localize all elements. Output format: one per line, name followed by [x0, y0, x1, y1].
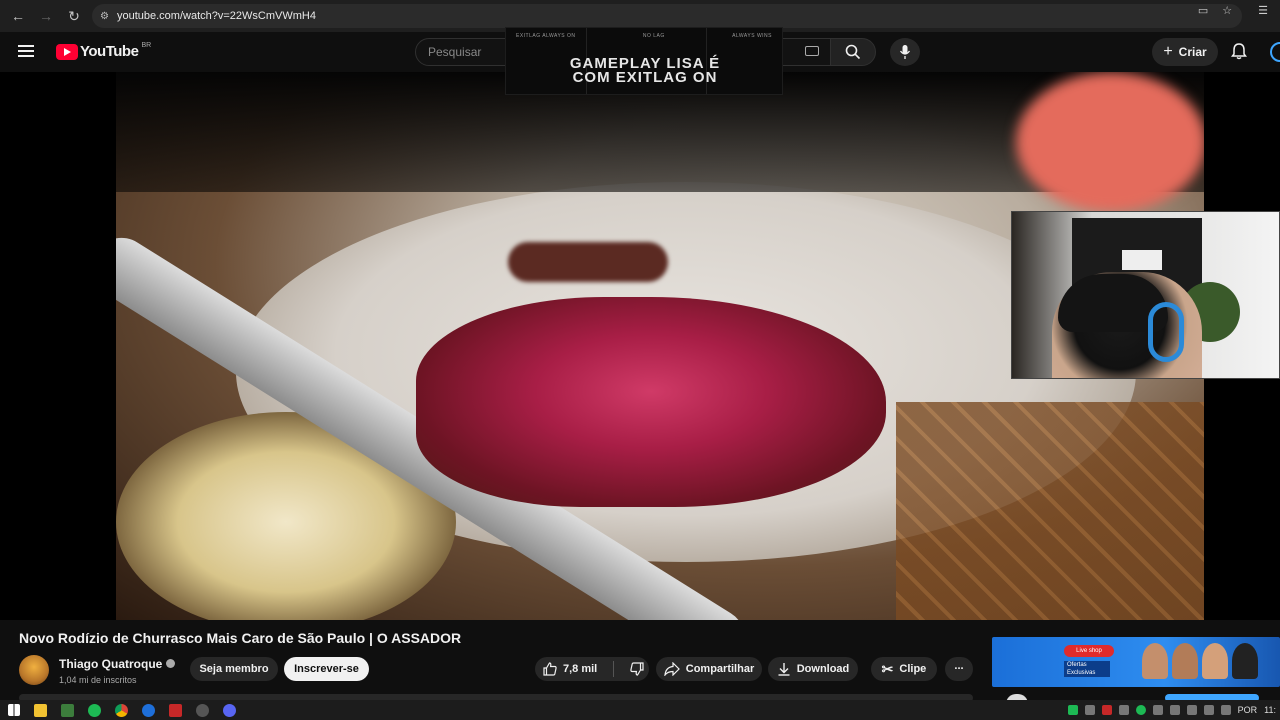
youtube-play-icon: [56, 43, 78, 60]
calendar-icon[interactable]: [169, 703, 182, 717]
banner-tag: NO LAG: [642, 33, 665, 39]
tray-icon[interactable]: [1135, 705, 1146, 715]
video-frame-wood: [896, 402, 1204, 620]
microphone-icon: [899, 45, 911, 59]
ad-person: [1142, 643, 1168, 679]
reload-icon[interactable]: ↻: [60, 2, 88, 30]
verified-check-icon: [166, 659, 176, 669]
banner-tag: ALWAYS WINS: [732, 33, 772, 39]
app-icon[interactable]: [61, 703, 74, 717]
spotify-icon[interactable]: [88, 703, 101, 717]
tray-icon[interactable]: [1101, 705, 1112, 715]
share-arrow-icon: [664, 662, 680, 676]
join-member-label: Seja membro: [199, 663, 269, 675]
logo-wordmark: YouTube: [80, 43, 139, 60]
video-frame-red-object: [1016, 72, 1204, 212]
live-shop-ad-banner[interactable]: Live shop Ofertas Exclusivas: [992, 637, 1280, 687]
bookmark-star-icon[interactable]: ☆: [1222, 4, 1232, 17]
site-info-icon[interactable]: ⚙: [100, 11, 109, 22]
download-label: Download: [796, 663, 850, 675]
webcam-tv-screen: [1122, 250, 1162, 270]
youtube-logo[interactable]: YouTube BR: [56, 42, 152, 60]
live-shop-badge: Live shop: [1064, 645, 1114, 657]
channel-info: Thiago Quatroque 1,04 mi de inscritos: [19, 655, 176, 685]
more-actions-button[interactable]: ...: [945, 657, 973, 681]
join-member-button[interactable]: Seja membro: [190, 657, 278, 681]
subscribe-button[interactable]: Inscrever-se: [284, 657, 369, 681]
discord-icon[interactable]: [223, 703, 236, 717]
share-label: Compartilhar: [685, 663, 755, 675]
webcam-headset: [1148, 302, 1184, 362]
address-url: youtube.com/watch?v=22WsCmVWmH4: [116, 10, 316, 22]
video-title: Novo Rodízio de Churrasco Mais Caro de S…: [19, 630, 462, 646]
create-button[interactable]: + Criar: [1152, 38, 1218, 66]
clip-button[interactable]: ✂ Clipe: [871, 657, 937, 681]
menu-hamburger-icon[interactable]: [18, 42, 38, 62]
download-icon: [778, 663, 790, 676]
address-bar[interactable]: ⚙ youtube.com/watch?v=22WsCmVWmH4: [92, 4, 1242, 28]
tray-icon[interactable]: [1152, 705, 1163, 715]
create-label: Criar: [1178, 45, 1207, 59]
search-button[interactable]: [830, 38, 876, 66]
volume-icon[interactable]: [1220, 705, 1231, 715]
channel-avatar[interactable]: [19, 655, 49, 685]
dislike-button[interactable]: [630, 662, 644, 676]
clip-label: Clipe: [899, 663, 927, 675]
ad-person: [1232, 643, 1258, 679]
like-count: 7,8 mil: [563, 663, 598, 675]
windows-start-icon[interactable]: [8, 704, 20, 716]
like-button[interactable]: 7,8 mil: [543, 662, 597, 676]
channel-name[interactable]: Thiago Quatroque: [59, 657, 162, 671]
ad-person: [1172, 643, 1198, 679]
file-explorer-icon[interactable]: [34, 703, 47, 717]
input-language[interactable]: POR: [1238, 705, 1258, 715]
ad-person: [1202, 643, 1228, 679]
search-icon: [845, 44, 861, 60]
tray-icon[interactable]: [1118, 705, 1129, 715]
tray-icon[interactable]: [1084, 705, 1095, 715]
banner-line-2: COM EXITLAG ON: [572, 69, 718, 86]
clock[interactable]: 11:: [1264, 705, 1276, 715]
keyboard-icon[interactable]: [805, 46, 819, 56]
browser-icon[interactable]: [142, 703, 155, 717]
chrome-icon[interactable]: [115, 703, 128, 717]
reading-list-icon[interactable]: ☰: [1258, 4, 1268, 17]
search-placeholder: Pesquisar: [428, 45, 482, 59]
back-arrow-icon[interactable]: ←: [4, 2, 32, 30]
download-button[interactable]: Download: [768, 657, 858, 681]
network-icon[interactable]: [1203, 705, 1214, 715]
cast-icon[interactable]: ▭: [1198, 4, 1208, 17]
microphone-tray-icon[interactable]: [1169, 705, 1180, 715]
region-code: BR: [141, 42, 152, 49]
tray-icon[interactable]: [1067, 705, 1078, 715]
notifications-bell-icon[interactable]: [1230, 42, 1248, 65]
banner-tag: EXITLAG ALWAYS ON: [516, 33, 576, 39]
share-button[interactable]: Compartilhar: [656, 657, 762, 681]
plus-icon: +: [1163, 43, 1173, 60]
exclusive-offers-badge: Ofertas Exclusivas: [1064, 661, 1110, 677]
scissors-icon: ✂: [881, 660, 894, 677]
exitlag-overlay-banner: EXITLAG ALWAYS ON NO LAG ALWAYS WINS GAM…: [505, 27, 783, 95]
subscribe-label: Inscrever-se: [294, 663, 359, 675]
like-dislike-group: 7,8 mil: [535, 657, 649, 681]
thumbs-up-icon: [543, 662, 557, 676]
windows-taskbar: POR 11:: [0, 700, 1280, 720]
subscriber-count: 1,04 mi de inscritos: [59, 675, 137, 685]
video-frame-meat-background: [508, 242, 668, 282]
webcam-overlay: [1011, 211, 1280, 379]
battery-icon[interactable]: [1186, 705, 1197, 715]
more-dots-icon: ...: [954, 660, 964, 672]
voice-search-button[interactable]: [890, 38, 920, 66]
settings-icon[interactable]: [196, 703, 209, 717]
like-divider: [613, 661, 615, 677]
forward-arrow-icon[interactable]: →: [32, 2, 60, 30]
thumbs-down-icon: [630, 662, 644, 676]
video-frame-meat: [416, 297, 886, 507]
